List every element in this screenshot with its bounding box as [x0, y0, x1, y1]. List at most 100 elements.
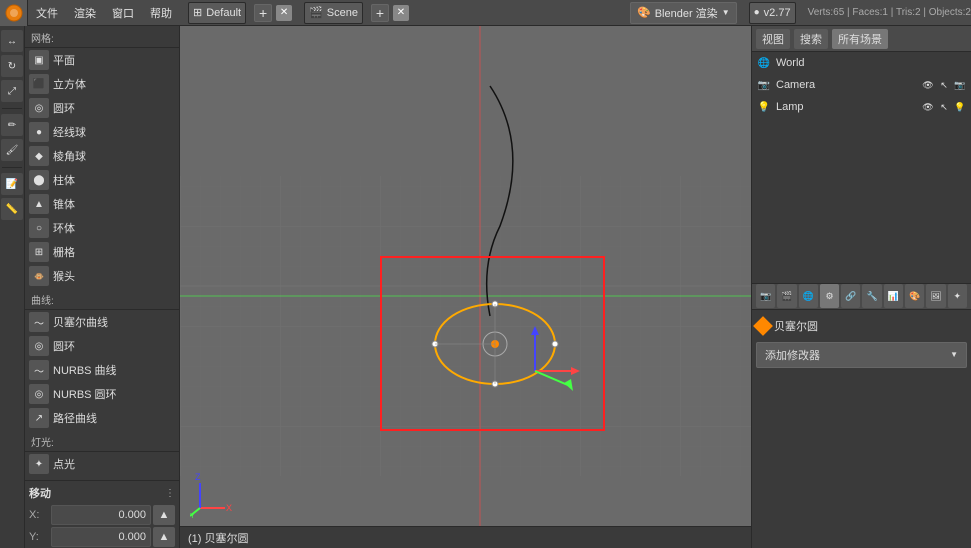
cylinder-icon: ⬤: [29, 170, 49, 190]
camera-restrict-view[interactable]: 👁: [921, 78, 935, 92]
mesh-monkey[interactable]: 🐵 猴头: [25, 264, 179, 288]
prop-tab-world[interactable]: 🌐: [799, 284, 818, 308]
prop-tab-object[interactable]: ⚙: [820, 284, 839, 308]
tool-scale[interactable]: ⤢: [1, 80, 23, 102]
scene-selector[interactable]: 🎬 Scene: [304, 2, 363, 24]
mesh-cone[interactable]: ▲ 锥体: [25, 192, 179, 216]
close-scene-button[interactable]: ✕: [393, 5, 409, 21]
path-icon: ↗: [29, 408, 49, 428]
plane-label: 平面: [53, 52, 75, 68]
view-button[interactable]: 视图: [756, 29, 790, 49]
menu-help[interactable]: 帮助: [142, 0, 180, 26]
lamp-restrict-view[interactable]: 👁: [921, 100, 935, 114]
cone-icon: ▲: [29, 194, 49, 214]
lamp-point[interactable]: ✦ 点光: [25, 452, 179, 476]
all-scenes-button[interactable]: 所有场景: [832, 29, 888, 49]
render-engine-icon: 🎨: [637, 6, 651, 19]
render-engine-selector[interactable]: 🎨 Blender 渲染 ▼: [630, 2, 737, 24]
transform-gizmo[interactable]: [485, 321, 585, 424]
prop-tab-scene[interactable]: 🎬: [777, 284, 796, 308]
blender-logo[interactable]: [0, 0, 28, 26]
camera-restrict-render[interactable]: 📷: [953, 78, 967, 92]
mesh-cylinder[interactable]: ⬤ 柱体: [25, 168, 179, 192]
mesh-grid[interactable]: ⊞ 栅格: [25, 240, 179, 264]
tool-translate[interactable]: ↔: [1, 30, 23, 52]
x-field-row: X: 0.000 ▲: [29, 505, 175, 525]
menu-render[interactable]: 渲染: [66, 0, 104, 26]
camera-vis-icons: 👁 ↖ 📷: [921, 78, 967, 92]
outliner-item-lamp[interactable]: 💡 Lamp 👁 ↖ 💡: [752, 96, 971, 118]
y-field-row: Y: 0.000 ▲: [29, 527, 175, 547]
curve-nurbs[interactable]: 〜 NURBS 曲线: [25, 358, 179, 382]
monkey-label: 猴头: [53, 268, 75, 284]
camera-restrict-select[interactable]: ↖: [937, 78, 951, 92]
nurbs-label: NURBS 曲线: [53, 362, 117, 378]
search-button[interactable]: 搜索: [794, 29, 828, 49]
add-workspace-button[interactable]: +: [254, 4, 272, 22]
properties-tabs: 📷 🎬 🌐 ⚙ 🔗 🔧 📊 🎨 🖼 ✦: [752, 284, 971, 310]
y-label: Y:: [29, 531, 49, 543]
top-menu-bar: 文件 渲染 窗口 帮助 ⊞ Default + ✕ 🎬 Scene + ✕ 🎨 …: [0, 0, 971, 26]
mesh-plane[interactable]: ▣ 平面: [25, 48, 179, 72]
section-curve-header: 曲线:: [25, 288, 179, 310]
scene-icon: 🎬: [309, 6, 323, 19]
add-modifier-button[interactable]: 添加修改器 ▼: [756, 342, 967, 368]
3d-viewport[interactable]: 用户视图 (透视) +: [180, 26, 751, 548]
tool-annotate[interactable]: 📝: [1, 173, 23, 195]
close-workspace-button[interactable]: ✕: [276, 5, 292, 21]
outliner-header: 视图 搜索 所有场景: [752, 26, 971, 52]
nurbs-circle-icon: ◎: [29, 384, 49, 404]
prop-tab-texture[interactable]: 🖼: [926, 284, 945, 308]
curve-nurbs-circle[interactable]: ◎ NURBS 圆环: [25, 382, 179, 406]
prop-tab-constraints[interactable]: 🔗: [841, 284, 860, 308]
circle-icon: ◎: [29, 98, 49, 118]
prop-tab-material[interactable]: 🎨: [905, 284, 924, 308]
outliner-item-camera[interactable]: 📷 Camera 👁 ↖ 📷: [752, 74, 971, 96]
mesh-uvsphere[interactable]: ● 经线球: [25, 120, 179, 144]
outliner-item-world[interactable]: 🌐 World: [752, 52, 971, 74]
curve-bezier[interactable]: 〜 贝塞尔曲线: [25, 310, 179, 334]
tool-measure[interactable]: 📏: [1, 198, 23, 220]
x-input[interactable]: 0.000: [51, 505, 151, 525]
tool-edit[interactable]: ✏: [1, 114, 23, 136]
prop-tab-modifiers[interactable]: 🔧: [862, 284, 881, 308]
lamp-vis-icons: 👁 ↖ 💡: [921, 100, 967, 114]
tool-rotate[interactable]: ↻: [1, 55, 23, 77]
mesh-torus[interactable]: ○ 环体: [25, 216, 179, 240]
y-increment[interactable]: ▲: [153, 527, 175, 547]
mesh-circle[interactable]: ◎ 圆环: [25, 96, 179, 120]
scene-name: Scene: [327, 7, 358, 19]
mesh-cube[interactable]: ⬛ 立方体: [25, 72, 179, 96]
prop-tab-data[interactable]: 📊: [884, 284, 903, 308]
menu-window[interactable]: 窗口: [104, 0, 142, 26]
lamp-restrict-render[interactable]: 💡: [953, 100, 967, 114]
path-label: 路径曲线: [53, 410, 97, 426]
move-title: 移动: [29, 485, 51, 501]
left-toolbar: ↔ ↻ ⤢ ✏ 🖌 📝 📏: [0, 26, 25, 548]
nurbs-icon: 〜: [29, 360, 49, 380]
grid-icon: ⊞: [29, 242, 49, 262]
workspace-icon: ⊞: [193, 6, 202, 19]
menu-file[interactable]: 文件: [28, 0, 66, 26]
pointlight-icon: ✦: [29, 454, 49, 474]
y-input[interactable]: 0.000: [51, 527, 151, 547]
uvsphere-label: 经线球: [53, 124, 86, 140]
curve-path[interactable]: ↗ 路径曲线: [25, 406, 179, 430]
curve-circle[interactable]: ◎ 圆环: [25, 334, 179, 358]
x-label: X:: [29, 509, 49, 521]
lamp-label: 点光: [53, 456, 75, 472]
add-scene-button[interactable]: +: [371, 4, 389, 22]
mesh-icosphere[interactable]: ◆ 棱角球: [25, 144, 179, 168]
outliner-list: 🌐 World 📷 Camera 👁 ↖ 📷 💡 Lamp 👁: [752, 52, 971, 284]
uvsphere-icon: ●: [29, 122, 49, 142]
x-increment[interactable]: ▲: [153, 505, 175, 525]
nurbs-circle-label: NURBS 圆环: [53, 386, 117, 402]
prop-tab-particles[interactable]: ✦: [948, 284, 967, 308]
section-mesh-header: 网格:: [25, 26, 179, 48]
camera-icon: 📷: [756, 77, 772, 93]
move-options[interactable]: ⋮: [165, 488, 175, 499]
workspace-selector[interactable]: ⊞ Default: [188, 2, 246, 24]
prop-tab-render[interactable]: 📷: [756, 284, 775, 308]
lamp-restrict-select[interactable]: ↖: [937, 100, 951, 114]
tool-sculpt[interactable]: 🖌: [1, 139, 23, 161]
